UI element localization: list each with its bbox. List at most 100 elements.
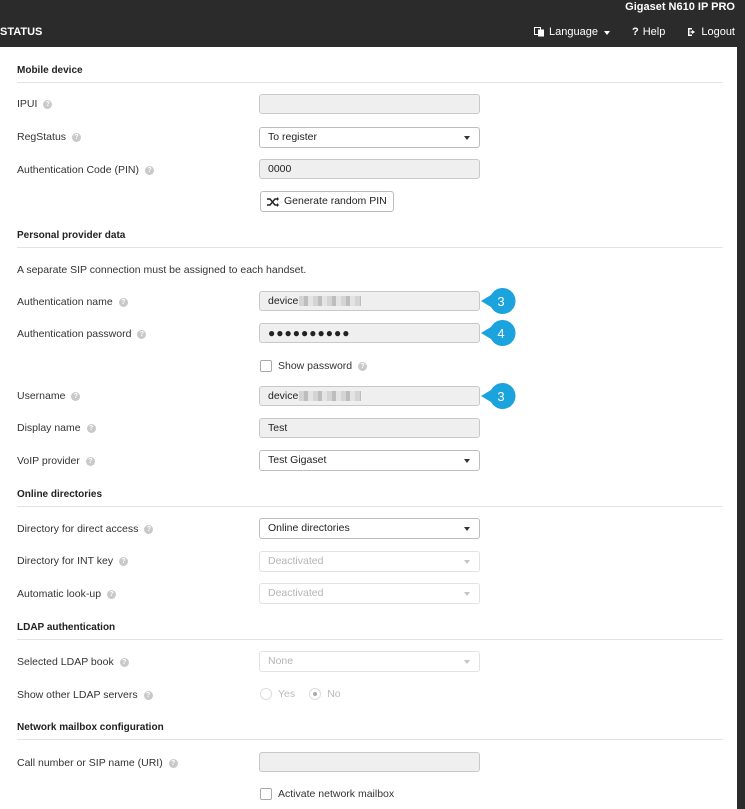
radio-circle xyxy=(260,688,272,700)
help-icon[interactable]: ? xyxy=(137,329,147,339)
section-personal-provider: Personal provider data xyxy=(17,230,723,248)
marker-auth-name: 3 xyxy=(481,288,516,314)
logout-link[interactable]: Logout xyxy=(687,26,735,38)
help-icon[interactable]: ? xyxy=(119,657,129,667)
help-icon[interactable]: ? xyxy=(168,758,178,768)
redacted-text xyxy=(299,391,362,402)
help-icon[interactable]: ? xyxy=(43,99,53,109)
other-ldap-label: Show other LDAP servers? xyxy=(17,689,153,701)
radio-no: No xyxy=(309,688,341,700)
language-menu[interactable]: Language xyxy=(534,26,610,38)
status-tab[interactable]: STATUS xyxy=(0,26,42,38)
help-label: Help xyxy=(642,26,666,38)
auth-name-field[interactable]: device xyxy=(259,291,480,311)
display-name-field[interactable]: Test xyxy=(259,418,480,438)
checkbox-box[interactable] xyxy=(260,788,272,800)
show-password-label: Show password xyxy=(278,360,353,372)
help-icon[interactable]: ? xyxy=(143,690,153,700)
settings-panel: Mobile device IPUI? RegStatus? To regist… xyxy=(0,47,737,809)
help-icon[interactable]: ? xyxy=(107,589,117,599)
dropdown-arrow-icon xyxy=(464,459,470,463)
shuffle-icon xyxy=(267,196,279,207)
uri-label-text: Call number or SIP name (URI) xyxy=(17,757,163,769)
pin-field[interactable]: 0000 xyxy=(259,159,480,179)
dropdown-arrow-icon xyxy=(464,592,470,596)
other-ldap-label-text: Show other LDAP servers xyxy=(17,689,138,701)
voip-provider-value: Test Gigaset xyxy=(268,454,327,466)
section-online-directories: Online directories xyxy=(17,489,723,507)
section-ldap-authentication: LDAP authentication xyxy=(17,622,723,640)
auto-lookup-select: Deactivated xyxy=(259,583,480,604)
ipui-label-text: IPUI xyxy=(17,98,38,110)
voip-provider-select[interactable]: Test Gigaset xyxy=(259,450,480,471)
help-icon[interactable]: ? xyxy=(86,423,96,433)
regstatus-label: RegStatus? xyxy=(17,131,82,143)
dropdown-arrow-icon xyxy=(464,136,470,140)
logout-label: Logout xyxy=(701,26,735,38)
help-icon[interactable]: ? xyxy=(119,556,129,566)
show-password-checkbox[interactable]: Show password ? xyxy=(260,360,368,372)
ldap-book-label-text: Selected LDAP book xyxy=(17,656,114,668)
marker-number: 4 xyxy=(497,326,504,341)
help-icon[interactable]: ? xyxy=(144,165,154,175)
regstatus-value: To register xyxy=(268,131,318,143)
dropdown-arrow-icon xyxy=(464,560,470,564)
checkbox-box[interactable] xyxy=(260,360,272,372)
dropdown-arrow-icon xyxy=(464,527,470,531)
direct-access-value: Online directories xyxy=(268,522,350,534)
ipui-label: IPUI? xyxy=(17,98,53,110)
ldap-book-select: None xyxy=(259,651,480,672)
pin-label-text: Authentication Code (PIN) xyxy=(17,164,139,176)
username-field[interactable]: device xyxy=(259,386,480,406)
help-link[interactable]: ? Help xyxy=(632,26,665,38)
generate-pin-button[interactable]: Generate random PIN xyxy=(260,191,394,212)
ldap-book-value: None xyxy=(268,655,294,667)
uri-field[interactable] xyxy=(259,752,480,772)
auth-name-label-text: Authentication name xyxy=(17,296,113,308)
username-label-text: Username xyxy=(17,390,66,402)
help-icon[interactable]: ? xyxy=(144,524,154,534)
auto-lookup-label: Automatic look-up? xyxy=(17,588,117,600)
auth-password-label: Authentication password? xyxy=(17,328,147,340)
voip-provider-label: VoIP provider? xyxy=(17,455,95,467)
help-icon[interactable]: ? xyxy=(358,361,368,371)
direct-access-label-text: Directory for direct access xyxy=(17,523,139,535)
display-name-label: Display name? xyxy=(17,422,96,434)
auto-lookup-label-text: Automatic look-up xyxy=(17,588,102,600)
marker-number: 3 xyxy=(497,294,504,309)
auth-password-field[interactable]: ●●●●●●●●●● xyxy=(259,323,480,343)
direct-access-label: Directory for direct access? xyxy=(17,523,154,535)
auth-name-value: device xyxy=(268,295,299,307)
voip-provider-label-text: VoIP provider xyxy=(17,455,80,467)
brand-title: Gigaset N610 IP PRO xyxy=(625,1,735,13)
ipui-field[interactable] xyxy=(259,94,480,114)
direct-access-select[interactable]: Online directories xyxy=(259,518,480,539)
int-key-label: Directory for INT key? xyxy=(17,555,129,567)
radio-yes: Yes xyxy=(260,688,295,700)
language-label: Language xyxy=(549,26,598,38)
radio-yes-label: Yes xyxy=(278,688,296,700)
header-menu: Language ? Help Logout xyxy=(534,26,735,38)
top-navigation-bar: STATUS Language ? Help Logout xyxy=(0,16,745,48)
dropdown-arrow-icon xyxy=(464,660,470,664)
int-key-label-text: Directory for INT key xyxy=(17,555,114,567)
activate-mailbox-label: Activate network mailbox xyxy=(278,788,395,800)
int-key-value: Deactivated xyxy=(268,555,324,567)
section-network-mailbox: Network mailbox configuration xyxy=(17,722,723,740)
regstatus-label-text: RegStatus xyxy=(17,131,67,143)
pin-label: Authentication Code (PIN)? xyxy=(17,164,154,176)
username-value: device xyxy=(268,390,299,402)
help-icon[interactable]: ? xyxy=(85,456,95,466)
section-mobile-device: Mobile device xyxy=(17,65,723,83)
redacted-text xyxy=(299,296,362,307)
provider-note: A separate SIP connection must be assign… xyxy=(17,264,307,276)
language-icon xyxy=(534,27,545,37)
help-icon[interactable]: ? xyxy=(118,297,128,307)
display-name-label-text: Display name xyxy=(17,422,81,434)
activate-mailbox-checkbox[interactable]: Activate network mailbox xyxy=(260,788,394,800)
help-icon[interactable]: ? xyxy=(71,391,81,401)
help-icon[interactable]: ? xyxy=(72,132,82,142)
radio-circle-selected xyxy=(309,688,322,700)
regstatus-select[interactable]: To register xyxy=(259,127,480,148)
auth-password-label-text: Authentication password xyxy=(17,328,132,340)
